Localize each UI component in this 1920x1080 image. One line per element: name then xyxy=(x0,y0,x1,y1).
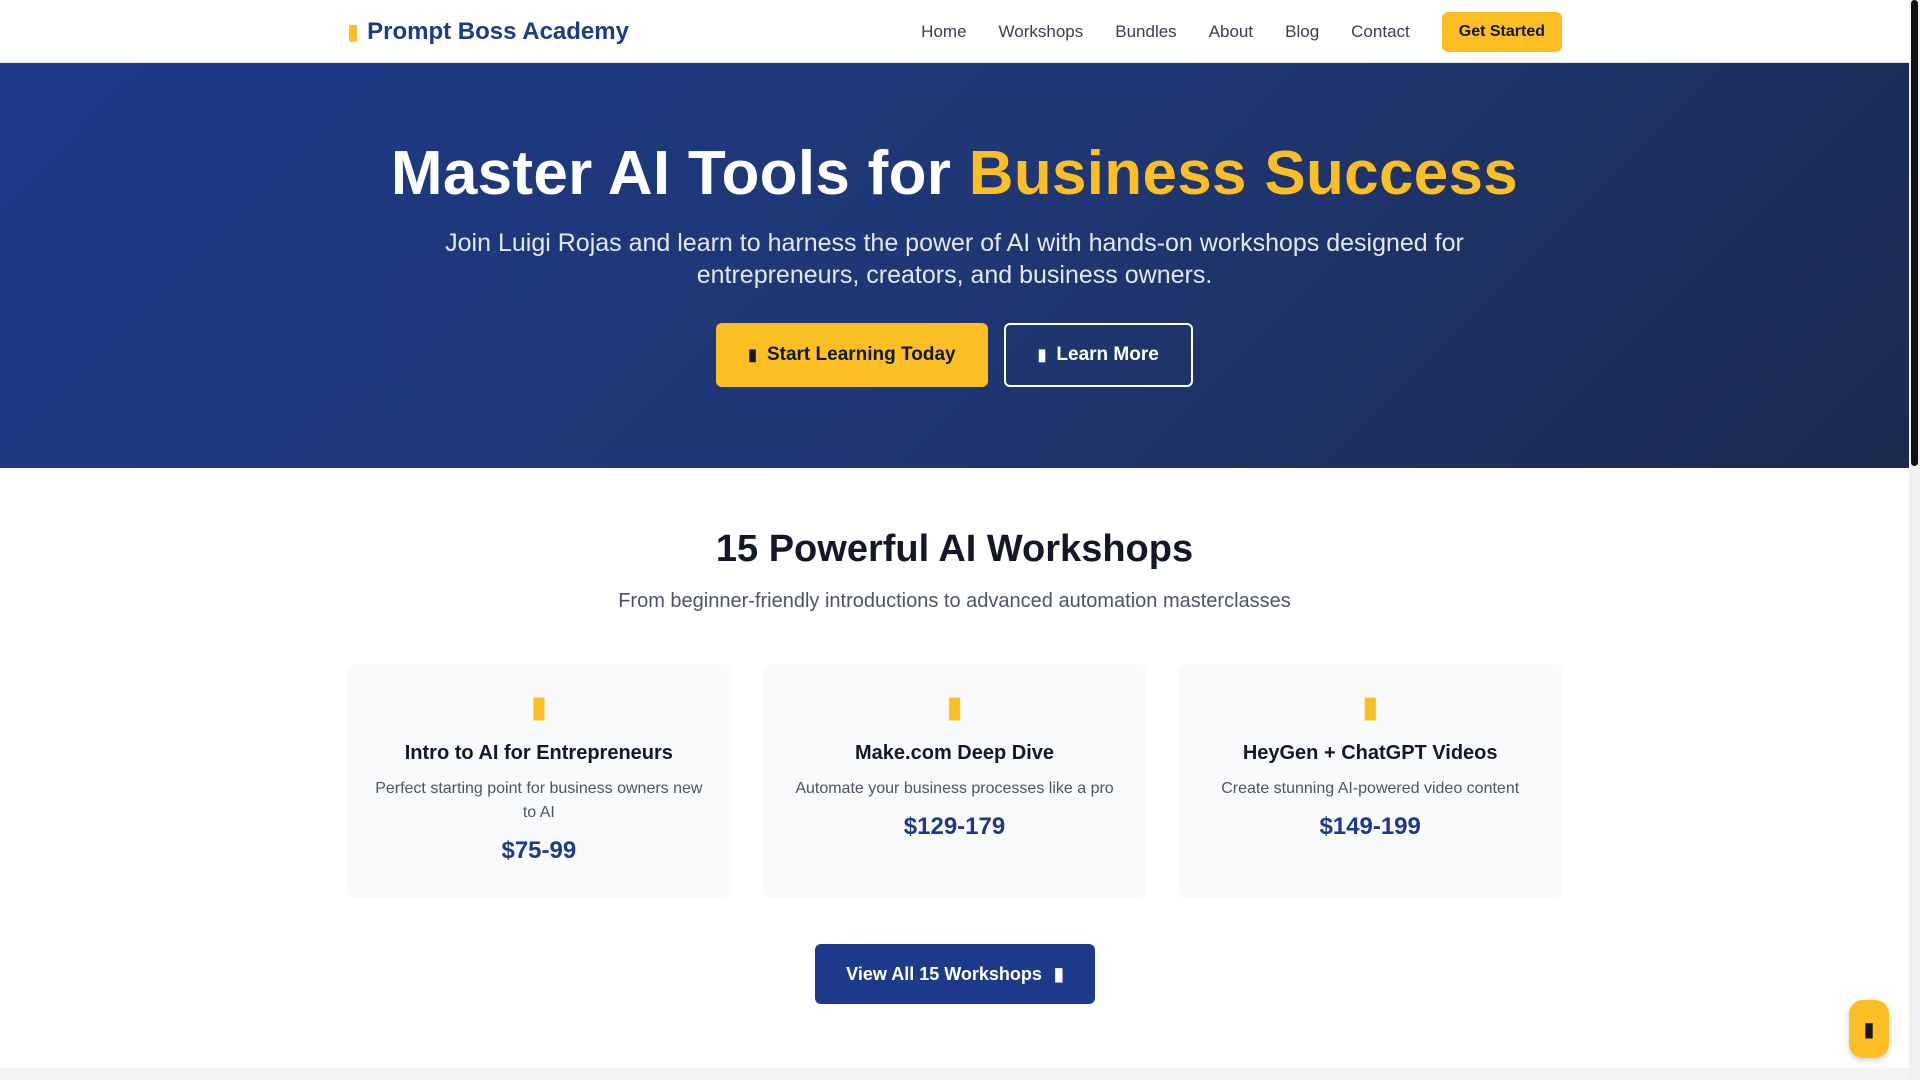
workshop-card-description: Automate your business processes like a … xyxy=(795,780,1114,797)
next-section-edge xyxy=(0,1068,1909,1080)
hero-title-accent: Business Success xyxy=(968,139,1519,208)
workshop-cards: ▮ Intro to AI for Entrepreneurs Perfect … xyxy=(347,664,1563,896)
hero-subtitle: Join Luigi Rojas and learn to harness th… xyxy=(445,229,1464,289)
workshop-card[interactable]: ▮ Make.com Deep Dive Automate your busin… xyxy=(762,664,1147,896)
lightbulb-icon: ▮ xyxy=(530,691,548,724)
page-scrollbar[interactable] xyxy=(1909,0,1920,1080)
hero-title: Master AI Tools for Business Success xyxy=(0,138,1909,209)
nav-link-bundles[interactable]: Bundles xyxy=(1115,22,1176,42)
workshop-card-description: Perfect starting point for business owne… xyxy=(375,780,703,821)
learn-more-label: Learn More xyxy=(1056,344,1159,365)
workshops-title: 15 Powerful AI Workshops xyxy=(715,528,1194,570)
view-all-label: View All 15 Workshops xyxy=(846,963,1042,984)
hero-section: Master AI Tools for Business Success Joi… xyxy=(0,63,1909,468)
workshop-card-price: $75-99 xyxy=(501,837,577,864)
start-learning-button[interactable]: ▮ Start Learning Today xyxy=(716,323,988,387)
nav-link-blog[interactable]: Blog xyxy=(1285,22,1319,42)
workshop-card-title: HeyGen + ChatGPT Videos xyxy=(1242,742,1498,764)
chat-icon: ▮ xyxy=(1863,1018,1875,1041)
navbar: ▮ Prompt Boss Academy Home Workshops Bun… xyxy=(0,0,1909,63)
floating-chat-button[interactable]: ▮ xyxy=(1849,1000,1889,1058)
workshop-card[interactable]: ▮ HeyGen + ChatGPT Videos Create stunnin… xyxy=(1178,664,1563,896)
hero-title-main: Master AI Tools for xyxy=(390,139,969,208)
nav-links: Home Workshops Bundles About Blog Contac… xyxy=(921,11,1562,52)
scrollbar-thumb[interactable] xyxy=(1911,0,1918,466)
cogs-icon: ▮ xyxy=(946,691,963,724)
arrow-right-icon: ▮ xyxy=(1053,963,1064,984)
hero-buttons: ▮ Start Learning Today ▮ Learn More xyxy=(0,323,1909,387)
workshop-card-title: Make.com Deep Dive xyxy=(855,742,1054,764)
get-started-button[interactable]: Get Started xyxy=(1441,11,1562,52)
learn-more-button[interactable]: ▮ Learn More xyxy=(1003,323,1193,387)
play-icon: ▮ xyxy=(1037,347,1047,364)
workshop-card-price: $149-199 xyxy=(1319,813,1421,840)
navbar-inner: ▮ Prompt Boss Academy Home Workshops Bun… xyxy=(347,0,1562,63)
page: ▮ Prompt Boss Academy Home Workshops Bun… xyxy=(0,0,1920,1080)
robot-icon: ▮ xyxy=(347,18,360,44)
workshop-card[interactable]: ▮ Intro to AI for Entrepreneurs Perfect … xyxy=(347,664,731,896)
workshops-subtitle: From beginner-friendly introductions to … xyxy=(618,590,1291,612)
workshop-card-price: $129-179 xyxy=(903,813,1006,840)
nav-link-contact[interactable]: Contact xyxy=(1351,22,1410,42)
workshop-card-title: Intro to AI for Entrepreneurs xyxy=(404,742,673,764)
view-all-workshops-button[interactable]: View All 15 Workshops ▮ xyxy=(815,944,1095,1004)
video-icon: ▮ xyxy=(1361,691,1379,724)
nav-link-home[interactable]: Home xyxy=(921,22,966,42)
rocket-icon: ▮ xyxy=(748,347,757,364)
start-learning-label: Start Learning Today xyxy=(766,344,956,365)
nav-link-workshops[interactable]: Workshops xyxy=(999,22,1084,42)
workshop-card-description: Create stunning AI-powered video content xyxy=(1221,780,1520,797)
brand-name: Prompt Boss Academy xyxy=(367,17,629,45)
brand-logo-link[interactable]: ▮ Prompt Boss Academy xyxy=(347,18,629,46)
nav-link-about[interactable]: About xyxy=(1209,22,1253,42)
